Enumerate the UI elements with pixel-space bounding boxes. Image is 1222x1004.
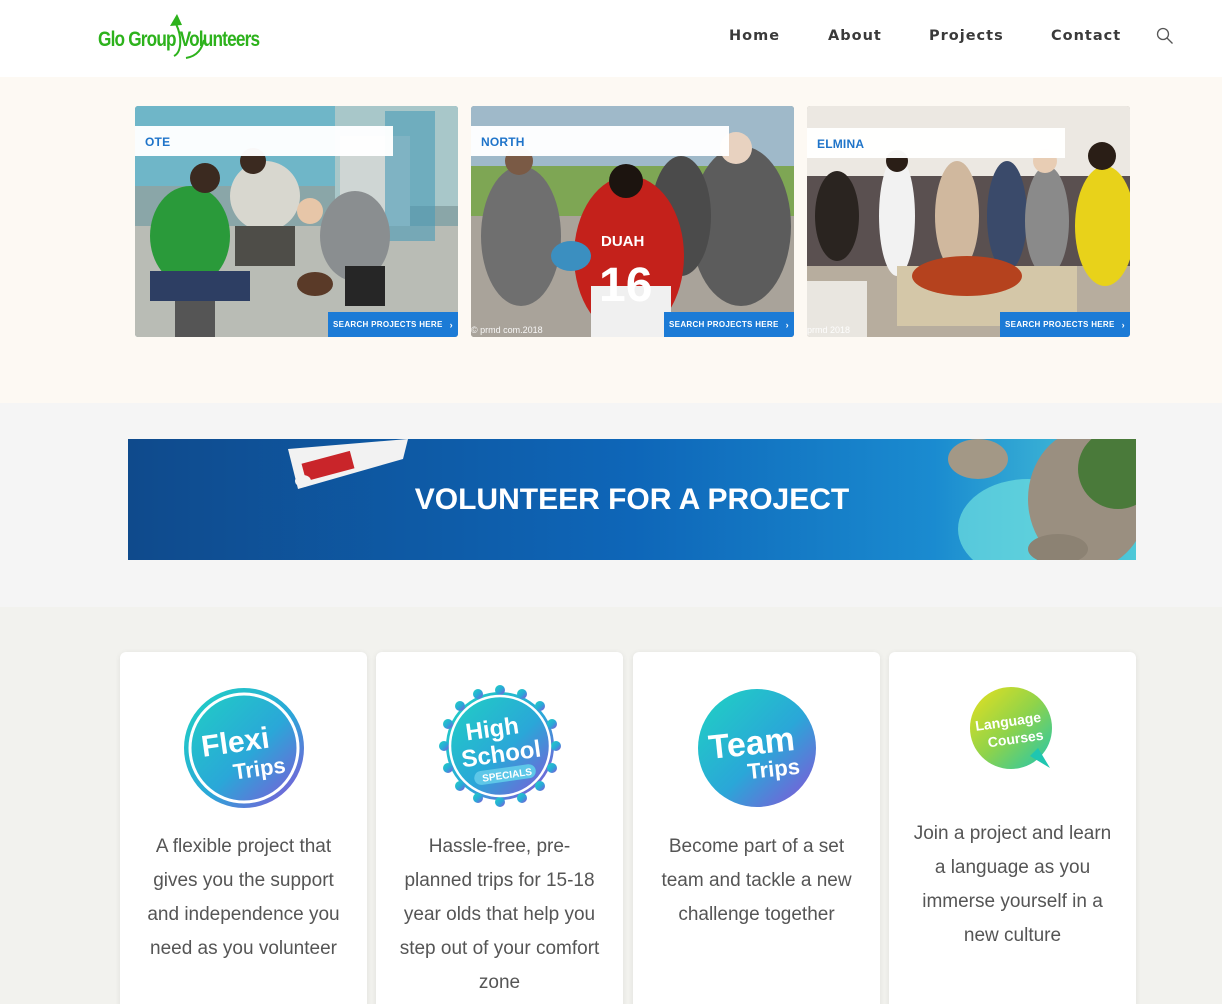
logo-text: Glo Group Volunteers [98, 28, 260, 51]
jersey-number: 16 [599, 259, 652, 312]
team-trips-badge-icon: Team Trips [697, 689, 816, 807]
trip-types-section: Flexi Trips A flexible project that give… [0, 607, 1222, 1004]
trip-description: Hassle-free, pre-planned trips for 15-18… [399, 836, 600, 993]
project-label-box: ELMINA [807, 128, 1065, 158]
trip-card-flexi[interactable]: Flexi Trips A flexible project that give… [120, 652, 367, 1004]
project-card-ote[interactable]: OTE SEARCH PROJECTS HERE › [135, 106, 458, 337]
trip-description: Join a project and learn a language as y… [913, 823, 1112, 946]
project-label: NORTH [481, 135, 525, 149]
volunteer-banner[interactable]: VOLUNTEER FOR A PROJECT [128, 439, 1136, 560]
site-header: Glo Group Volunteers Home About Projects… [0, 0, 1222, 77]
high-school-specials-badge-icon: High School SPECIALS [438, 685, 561, 807]
search-projects-label: SEARCH PROJECTS HERE [1005, 320, 1115, 329]
search-icon[interactable] [1156, 27, 1174, 45]
project-label: ELMINA [817, 137, 865, 151]
volunteer-banner-section: VOLUNTEER FOR A PROJECT [0, 403, 1222, 607]
projects-section: OTE SEARCH PROJECTS HERE › DUAH 16 © prm… [0, 77, 1222, 403]
search-projects-button[interactable]: SEARCH PROJECTS HERE › [1000, 312, 1130, 337]
photo-watermark: © prmd com.2018 [471, 325, 543, 335]
nav-projects[interactable]: Projects [929, 28, 1004, 44]
search-projects-button[interactable]: SEARCH PROJECTS HERE › [664, 312, 794, 337]
trip-description: A flexible project that gives you the su… [147, 836, 340, 959]
project-label: OTE [145, 135, 171, 149]
banner-title: VOLUNTEER FOR A PROJECT [414, 483, 850, 516]
project-label-box: OTE [135, 126, 393, 156]
chevron-right-icon: › [449, 319, 453, 330]
nav-contact[interactable]: Contact [1051, 28, 1121, 44]
language-courses-badge-icon: Language Courses [969, 687, 1052, 769]
trip-description: Become part of a set team and tackle a n… [661, 836, 852, 925]
photo-watermark: prmd 2018 [807, 325, 851, 335]
project-card-north[interactable]: DUAH 16 © prmd com.2018 NORTH SEARCH PRO… [471, 106, 794, 337]
site-logo[interactable]: Glo Group Volunteers [97, 12, 260, 60]
project-card-elmina[interactable]: prmd 2018 ELMINA SEARCH PROJECTS HERE › [807, 106, 1130, 337]
trip-card-language[interactable]: Language Courses Join a project and lear… [889, 652, 1136, 1004]
nav-about[interactable]: About [828, 28, 882, 44]
trip-card-high-school[interactable]: High School SPECIALS Hassle-free, pre-pl… [376, 652, 623, 1004]
nav-home[interactable]: Home [729, 28, 780, 44]
project-label-box: NORTH [471, 126, 729, 156]
search-projects-button[interactable]: SEARCH PROJECTS HERE › [328, 312, 458, 337]
jersey-name: DUAH [601, 233, 644, 250]
search-projects-label: SEARCH PROJECTS HERE [333, 320, 443, 329]
search-projects-label: SEARCH PROJECTS HERE [669, 320, 779, 329]
trip-card-team[interactable]: Team Trips Become part of a set team and… [633, 652, 880, 1004]
flexi-trips-badge-icon: Flexi Trips [183, 688, 304, 808]
chevron-right-icon: › [1121, 319, 1125, 330]
chevron-right-icon: › [785, 319, 789, 330]
